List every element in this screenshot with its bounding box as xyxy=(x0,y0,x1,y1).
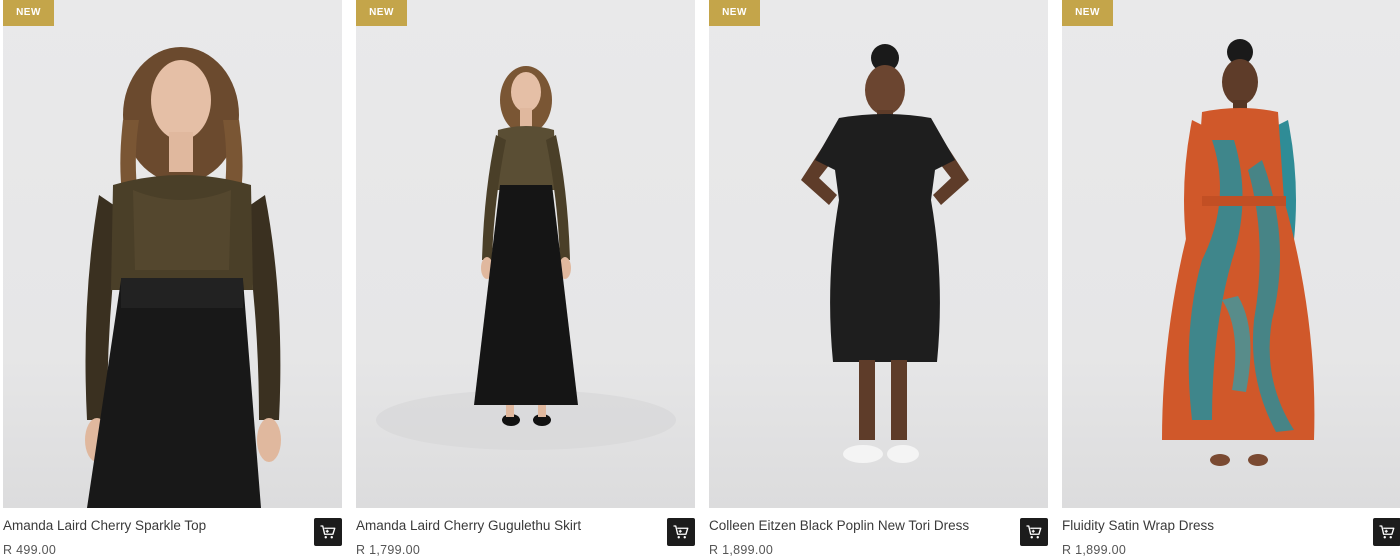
new-badge: NEW xyxy=(356,0,407,26)
product-price: R 499.00 xyxy=(3,543,57,557)
product-grid: NEW Amanda Laird Cherry Sparkle Top R 49… xyxy=(0,0,1400,560)
product-price: R 1,899.00 xyxy=(1062,543,1127,557)
product-price: R 1,899.00 xyxy=(709,543,774,557)
new-badge: NEW xyxy=(709,0,760,26)
add-to-cart-icon xyxy=(320,525,336,539)
product-image[interactable]: NEW xyxy=(356,0,695,508)
product-price: R 1,799.00 xyxy=(356,543,421,557)
product-name[interactable]: Colleen Eitzen Black Poplin New Tori Dre… xyxy=(709,518,1009,533)
model-photo-illustration xyxy=(1162,39,1315,466)
product-image[interactable]: NEW xyxy=(709,0,1048,508)
product-name[interactable]: Fluidity Satin Wrap Dress xyxy=(1062,518,1362,533)
add-to-cart-button[interactable] xyxy=(1373,518,1400,546)
add-to-cart-button[interactable] xyxy=(667,518,695,546)
product-card: NEW Amanda Laird Cherry Gugulethu Skirt … xyxy=(356,0,695,560)
product-image[interactable]: NEW xyxy=(1062,0,1400,508)
product-card: NEW Colleen Eitzen Black Poplin New Tori… xyxy=(709,0,1048,560)
add-to-cart-icon xyxy=(673,525,689,539)
product-card: NEW Fluidity Satin Wrap Dress R 1,899.00 xyxy=(1062,0,1400,560)
product-card: NEW Amanda Laird Cherry Sparkle Top R 49… xyxy=(3,0,342,560)
add-to-cart-button[interactable] xyxy=(314,518,342,546)
model-photo-illustration xyxy=(85,47,281,508)
model-photo-illustration xyxy=(376,66,676,450)
product-image[interactable]: NEW xyxy=(3,0,342,508)
add-to-cart-button[interactable] xyxy=(1020,518,1048,546)
model-photo-illustration xyxy=(801,44,969,463)
add-to-cart-icon xyxy=(1379,525,1395,539)
add-to-cart-icon xyxy=(1026,525,1042,539)
new-badge: NEW xyxy=(3,0,54,26)
product-name[interactable]: Amanda Laird Cherry Gugulethu Skirt xyxy=(356,518,656,533)
product-name[interactable]: Amanda Laird Cherry Sparkle Top xyxy=(3,518,303,533)
new-badge: NEW xyxy=(1062,0,1113,26)
